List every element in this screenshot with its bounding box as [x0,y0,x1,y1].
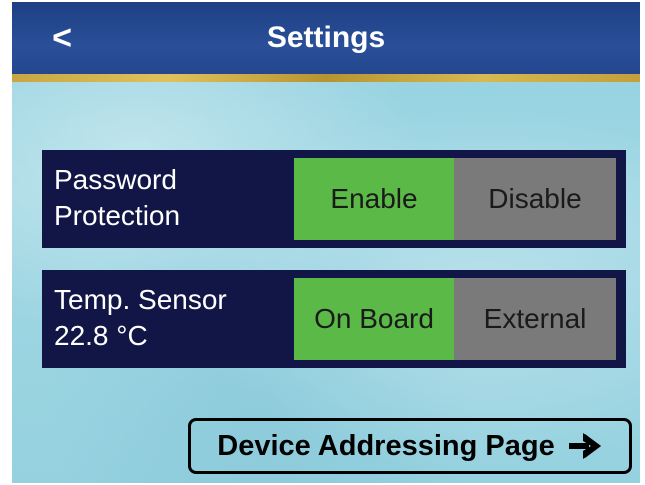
password-protection-label: Password Protection [54,162,294,234]
external-button[interactable]: External [454,278,616,360]
temp-sensor-panel: Temp. Sensor 22.8 °C On Board External [42,270,626,368]
page-title: Settings [266,21,386,54]
temp-sensor-label: Temp. Sensor 22.8 °C [54,282,294,354]
device-addressing-page-button[interactable]: Device Addressing Page [188,418,632,474]
device-addressing-page-label: Device Addressing Page [217,429,555,462]
arrow-right-icon [568,433,601,459]
settings-screen: Settings < Password Protection Enable Di… [12,2,640,483]
disable-button[interactable]: Disable [454,158,616,240]
header-bar: Settings < [12,2,640,74]
password-protection-panel: Password Protection Enable Disable [42,150,626,248]
back-button[interactable]: < [40,16,84,60]
on-board-button[interactable]: On Board [294,278,454,360]
enable-button[interactable]: Enable [294,158,454,240]
temp-sensor-label-line1: Temp. Sensor [54,284,227,315]
temp-sensor-reading: 22.8 °C [54,320,148,351]
password-protection-label-line2: Protection [54,200,181,231]
password-protection-label-line1: Password [54,164,177,195]
header-accent-band [12,74,640,82]
